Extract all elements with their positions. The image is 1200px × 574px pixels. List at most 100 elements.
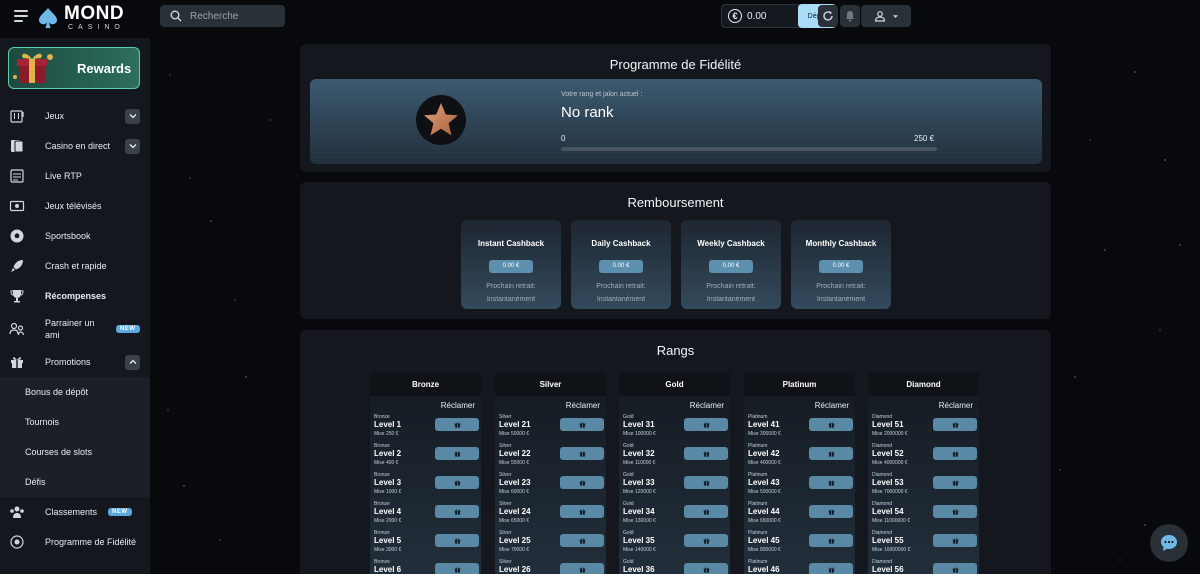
claim-button[interactable] xyxy=(435,418,479,431)
claim-button[interactable] xyxy=(933,505,977,518)
gift-icon xyxy=(952,538,958,544)
sidebar-item-programme-fidelite[interactable]: Programme de Fidélité xyxy=(0,527,150,557)
level-bet: Mise 120000 € xyxy=(623,489,656,495)
refresh-button[interactable] xyxy=(818,5,838,27)
user-icon xyxy=(874,11,885,22)
level-name: Level 45 xyxy=(748,536,780,545)
top-bar: MOND CASINO € 0.00 Dépôt xyxy=(0,0,1200,38)
notifications-button[interactable] xyxy=(840,5,860,27)
sidebar-item-sportsbook[interactable]: Sportsbook xyxy=(0,221,150,251)
claim-button[interactable] xyxy=(809,418,853,431)
level-row: Silver Level 26 xyxy=(499,559,604,574)
sidebar-item-promotions[interactable]: Promotions xyxy=(0,347,150,377)
claim-button[interactable] xyxy=(560,563,604,574)
level-row: Gold Level 32 Mise 110000 € xyxy=(623,443,728,472)
claim-button[interactable] xyxy=(560,476,604,489)
sidebar-item-classements[interactable]: Classements NEW xyxy=(0,497,150,527)
gift-icon xyxy=(952,422,958,428)
rank-medal xyxy=(416,95,466,145)
sidebar-subitem-courses-slots[interactable]: Courses de slots xyxy=(0,437,150,467)
claim-button[interactable] xyxy=(933,563,977,574)
claim-button[interactable] xyxy=(809,476,853,489)
claim-button[interactable] xyxy=(684,563,728,574)
sidebar-nav: Jeux Casino en direct Live RTP Jeux télé… xyxy=(0,101,150,557)
level-name: Level 33 xyxy=(623,478,655,487)
claim-button[interactable] xyxy=(435,534,479,547)
claim-button[interactable] xyxy=(684,505,728,518)
sidebar-subitem-defis[interactable]: Défis xyxy=(0,467,150,497)
sidebar-item-label: Promotions xyxy=(45,357,91,367)
chevron-up-icon[interactable] xyxy=(125,354,140,370)
claim-header: Réclamer xyxy=(440,401,475,410)
search-box[interactable] xyxy=(160,5,285,27)
claim-button[interactable] xyxy=(560,447,604,460)
claim-button[interactable] xyxy=(809,563,853,574)
sidebar-item-label: Sportsbook xyxy=(45,231,91,241)
rank-column: Silver Réclamer Silver Level 21 Mise 50000 €… xyxy=(495,372,606,574)
chat-button[interactable] xyxy=(1150,524,1188,562)
claim-button[interactable] xyxy=(684,476,728,489)
level-bet: Mise 400000 € xyxy=(748,460,781,466)
sidebar-item-jeux[interactable]: Jeux xyxy=(0,101,150,131)
claim-button[interactable] xyxy=(560,418,604,431)
sidebar-item-jeux-televises[interactable]: Jeux télévisés xyxy=(0,191,150,221)
claim-button[interactable] xyxy=(560,505,604,518)
chevron-down-icon[interactable] xyxy=(125,108,140,124)
cashback-card-title: Monthly Cashback xyxy=(805,239,877,248)
claim-button[interactable] xyxy=(933,476,977,489)
sidebar-item-recompenses[interactable]: Récompenses xyxy=(0,281,150,311)
rank-column-title: Bronze xyxy=(411,380,440,389)
claim-button[interactable] xyxy=(933,447,977,460)
user-menu-button[interactable] xyxy=(861,5,911,27)
cashback-next-value: Instantanément xyxy=(486,296,536,303)
claim-button[interactable] xyxy=(435,563,479,574)
sidebar-item-live-rtp[interactable]: Live RTP xyxy=(0,161,150,191)
rocket-icon xyxy=(9,258,25,274)
slot-machine-icon xyxy=(9,108,25,124)
gift-icon xyxy=(703,538,709,544)
menu-icon[interactable] xyxy=(14,10,28,22)
claim-button[interactable] xyxy=(809,505,853,518)
level-name: Level 52 xyxy=(872,449,904,458)
level-bet: Mise 16000000 € xyxy=(872,547,911,553)
chevron-down-icon[interactable] xyxy=(125,138,140,154)
rewards-banner[interactable]: Rewards xyxy=(8,47,140,89)
sidebar-subitem-tournois[interactable]: Tournois xyxy=(0,407,150,437)
sidebar-item-label: Programme de Fidélité xyxy=(45,537,137,547)
cashback-next-value: Instantanément xyxy=(816,296,866,303)
level-row: Silver Level 25 Mise 70000 € xyxy=(499,530,604,559)
search-input[interactable] xyxy=(190,10,280,22)
cashback-card: Weekly Cashback 0.00 € Prochain retrait: In… xyxy=(681,220,781,309)
claim-button[interactable] xyxy=(684,447,728,460)
level-name: Level 2 xyxy=(374,449,402,458)
level-row: Gold Level 31 Mise 100000 € xyxy=(623,414,728,443)
level-bet: Mise 300000 € xyxy=(748,431,781,437)
claim-button[interactable] xyxy=(809,534,853,547)
cashback-amount: 0.00 € xyxy=(709,260,753,273)
rank-column-body: Réclamer Diamond Level 51 Mise 2000000 € Dia… xyxy=(868,396,979,574)
logo[interactable]: MOND CASINO xyxy=(36,4,125,31)
tv-icon xyxy=(9,198,25,214)
rank-column-body: Réclamer Bronze Level 1 Mise 250 € Bronze Lev… xyxy=(370,396,481,574)
claim-button[interactable] xyxy=(933,534,977,547)
claim-button[interactable] xyxy=(435,447,479,460)
level-bet: Mise 100000 € xyxy=(623,431,656,437)
sidebar-item-parrainer[interactable]: Parrainer un ami NEW xyxy=(0,311,150,347)
claim-button[interactable] xyxy=(560,534,604,547)
sidebar-item-crash[interactable]: Crash et rapide xyxy=(0,251,150,281)
sidebar-item-casino-live[interactable]: Casino en direct xyxy=(0,131,150,161)
claim-button[interactable] xyxy=(684,418,728,431)
claim-button[interactable] xyxy=(435,476,479,489)
claim-button[interactable] xyxy=(435,505,479,518)
claim-button[interactable] xyxy=(933,418,977,431)
sidebar-subitem-bonus-depot[interactable]: Bonus de dépôt xyxy=(0,377,150,407)
sidebar-item-label: Classements xyxy=(45,507,98,517)
claim-button[interactable] xyxy=(809,447,853,460)
level-bet: Mise 2000 € xyxy=(374,518,402,524)
cashback-card-title: Instant Cashback xyxy=(477,239,545,248)
level-bet: Mise 500000 € xyxy=(748,489,781,495)
level-bet: Mise 250 € xyxy=(374,431,399,437)
new-badge: NEW xyxy=(116,325,140,333)
rank-column: Bronze Réclamer Bronze Level 1 Mise 250 € Bro… xyxy=(370,372,481,574)
claim-button[interactable] xyxy=(684,534,728,547)
